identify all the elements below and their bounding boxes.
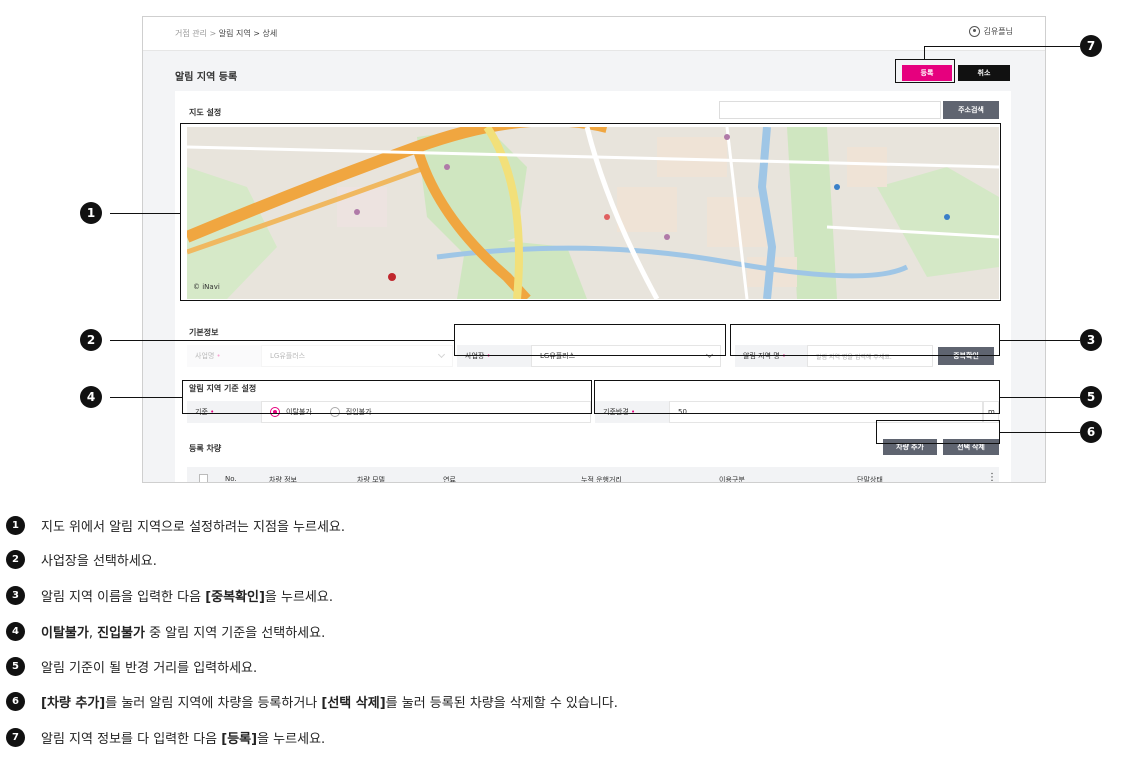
instruction-step: 1 지도 위에서 알림 지역으로 설정하려는 지점을 누르세요. bbox=[6, 516, 345, 535]
callout-badge-4: 4 bbox=[80, 386, 102, 408]
company-field: 사업명 • LG유플러스 bbox=[187, 345, 453, 367]
callout-leader-4 bbox=[110, 397, 182, 398]
col-usage-type: 이용구분 bbox=[719, 476, 745, 483]
col-mileage: 누적 운행거리 bbox=[581, 476, 622, 483]
step-text: 알림 지역 이름을 입력한 다음 [중복확인]을 누르세요. bbox=[41, 590, 333, 605]
callout-badge-3: 3 bbox=[1080, 329, 1102, 351]
col-no: No. bbox=[225, 475, 237, 483]
instruction-step: 4 이탈불가, 진입불가 중 알림 지역 기준을 선택하세요. bbox=[6, 622, 325, 641]
callout-badge-7: 7 bbox=[1080, 35, 1102, 57]
callout-box-radius bbox=[594, 380, 1000, 414]
step-text: 이탈불가, 진입불가 중 알림 지역 기준을 선택하세요. bbox=[41, 626, 326, 641]
instruction-step: 6 [차량 추가]를 눌러 알림 지역에 차량을 등록하거나 [선택 삭제]를 눌… bbox=[6, 692, 618, 711]
callout-badge-2: 2 bbox=[80, 329, 102, 351]
callout-leader-7v bbox=[924, 46, 925, 59]
col-vehicle-model: 차량 모델 bbox=[357, 476, 385, 483]
vehicles-label: 등록 차량 bbox=[189, 444, 222, 453]
instruction-step: 7 알림 지역 정보를 다 입력한 다음 [등록]을 누르세요. bbox=[6, 728, 325, 747]
step-text: 알림 기준이 될 반경 거리를 입력하세요. bbox=[41, 661, 258, 676]
instruction-step: 3 알림 지역 이름을 입력한 다음 [중복확인]을 누르세요. bbox=[6, 586, 333, 605]
step-number-badge: 6 bbox=[6, 692, 25, 711]
callout-box-register bbox=[895, 59, 955, 83]
step-text: [차량 추가]를 눌러 알림 지역에 차량을 등록하거나 [선택 삭제]를 눌러… bbox=[41, 696, 618, 711]
user-menu[interactable]: 김유플님 bbox=[968, 26, 1013, 37]
more-vertical-icon[interactable]: ⋮ bbox=[987, 472, 997, 482]
user-name: 김유플님 bbox=[983, 27, 1013, 36]
callout-leader-6 bbox=[1000, 432, 1080, 433]
basic-info-label: 기본정보 bbox=[189, 328, 219, 337]
col-vehicle-info: 차량 정보 bbox=[269, 476, 297, 483]
breadcrumb-separator: > bbox=[209, 29, 217, 38]
address-search-button[interactable]: 주소검색 bbox=[943, 101, 999, 119]
instruction-step: 2 사업장을 선택하세요. bbox=[6, 550, 157, 569]
map-section-label: 지도 설정 bbox=[189, 108, 222, 117]
callout-badge-1: 1 bbox=[80, 202, 102, 224]
callout-badge-6: 6 bbox=[1080, 421, 1102, 443]
breadcrumb-current: 알림 지역 > 상세 bbox=[218, 29, 278, 38]
step-number-badge: 3 bbox=[6, 586, 25, 605]
user-circle-icon bbox=[968, 26, 980, 37]
instruction-step: 5 알림 기준이 될 반경 거리를 입력하세요. bbox=[6, 657, 257, 676]
step-text: 알림 지역 정보를 다 입력한 다음 [등록]을 누르세요. bbox=[41, 732, 326, 747]
breadcrumb-root[interactable]: 거점 관리 bbox=[175, 29, 207, 38]
callout-leader-7 bbox=[924, 46, 1080, 47]
callout-badge-5: 5 bbox=[1080, 386, 1102, 408]
breadcrumb: 거점 관리 > 알림 지역 > 상세 bbox=[175, 28, 277, 39]
callout-leader-2 bbox=[110, 340, 454, 341]
step-number-badge: 7 bbox=[6, 728, 25, 747]
step-number-badge: 4 bbox=[6, 622, 25, 641]
step-text: 사업장을 선택하세요. bbox=[41, 554, 157, 569]
callout-leader-3 bbox=[1000, 340, 1080, 341]
chevron-down-icon bbox=[437, 350, 446, 359]
callout-leader-5 bbox=[1000, 397, 1080, 398]
col-fuel: 연료 bbox=[443, 476, 456, 483]
col-device-status: 단말상태 bbox=[857, 476, 883, 483]
page-title: 알림 지역 등록 bbox=[175, 72, 238, 83]
vehicle-table-header: No. 차량 정보 차량 모델 연료 누적 운행거리 이용구분 단말상태 ⋮ bbox=[187, 467, 999, 483]
cancel-button[interactable]: 취소 bbox=[958, 65, 1010, 81]
address-search-input[interactable] bbox=[719, 101, 941, 119]
callout-box-vehicle-buttons bbox=[876, 420, 1000, 444]
select-all-checkbox[interactable] bbox=[199, 474, 208, 482]
callout-box-map bbox=[180, 123, 1001, 301]
step-text: 지도 위에서 알림 지역으로 설정하려는 지점을 누르세요. bbox=[41, 520, 346, 535]
callout-box-zone-name bbox=[730, 324, 1000, 356]
step-number-badge: 2 bbox=[6, 550, 25, 569]
callout-box-basis bbox=[182, 380, 592, 414]
callout-box-workplace bbox=[454, 324, 726, 356]
top-bar: 거점 관리 > 알림 지역 > 상세 김유플님 bbox=[143, 17, 1045, 51]
step-number-badge: 5 bbox=[6, 657, 25, 676]
step-number-badge: 1 bbox=[6, 516, 25, 535]
company-label: 사업명 • bbox=[187, 345, 261, 367]
callout-leader-1 bbox=[110, 213, 180, 214]
company-select: LG유플러스 bbox=[261, 345, 453, 367]
